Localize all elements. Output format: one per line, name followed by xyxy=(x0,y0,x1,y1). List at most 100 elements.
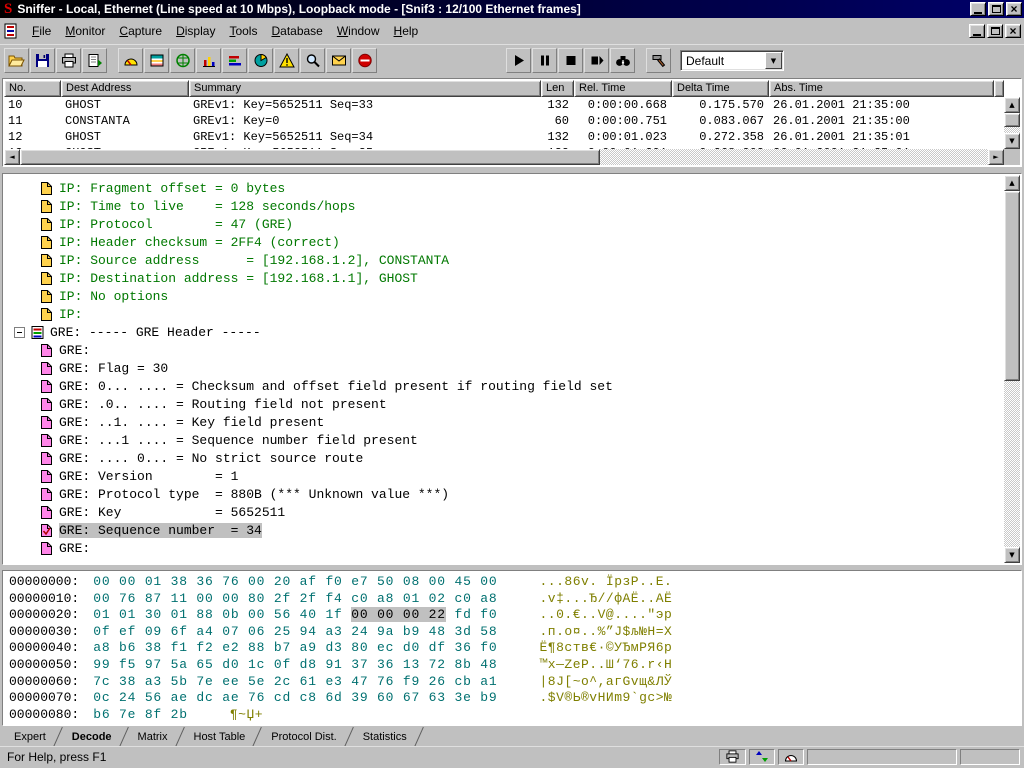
packet-row-11[interactable]: 11CONSTANTAGREv1: Key=0600:00:00.7510.08… xyxy=(4,113,1004,129)
pause-button[interactable] xyxy=(532,48,557,73)
packet-list-horizontal-scrollbar[interactable]: ◄ ► xyxy=(4,149,1004,165)
host-table-button[interactable] xyxy=(144,48,169,73)
export-button[interactable] xyxy=(82,48,107,73)
column-header-abs[interactable]: Abs. Time xyxy=(769,80,994,97)
define-filter-button[interactable] xyxy=(646,48,671,73)
decode-line[interactable]: GRE: .... 0... = No strict source route xyxy=(4,449,1004,467)
tree-collapse-toggle[interactable] xyxy=(14,327,25,338)
open-button[interactable] xyxy=(4,48,29,73)
print-button[interactable] xyxy=(56,48,81,73)
hex-row[interactable]: 00000040:a8 b6 38 f1 f2 e2 88 b7 a9 d3 8… xyxy=(9,640,1021,657)
menu-database[interactable]: Database xyxy=(264,20,329,42)
tab-protocol-dist[interactable]: Protocol Dist. xyxy=(263,728,354,746)
profile-combobox[interactable]: Default ▼ xyxy=(680,50,784,71)
decode-line[interactable]: IP: xyxy=(4,305,1004,323)
decode-line[interactable]: GRE: Flag = 30 xyxy=(4,359,1004,377)
decode-line[interactable]: IP: No options xyxy=(4,287,1004,305)
decode-vertical-scrollbar[interactable]: ▲ ▼ xyxy=(1004,175,1020,563)
statistics-button[interactable] xyxy=(248,48,273,73)
gre-field-icon xyxy=(40,343,54,358)
tab-expert[interactable]: Expert xyxy=(6,728,64,746)
decode-line[interactable]: IP: Header checksum = 2FF4 (correct) xyxy=(4,233,1004,251)
dashboard-button[interactable] xyxy=(118,48,143,73)
tab-statistics[interactable]: Statistics xyxy=(355,728,425,746)
column-header-rel[interactable]: Rel. Time xyxy=(574,80,672,97)
column-header-summary[interactable]: Summary xyxy=(189,80,541,97)
hex-row[interactable]: 00000080:b6 7e 8f 2b¶~Џ+ xyxy=(9,707,1021,724)
decode-line[interactable]: IP: Source address = [192.168.1.2], CONS… xyxy=(4,251,1004,269)
matrix-button[interactable] xyxy=(170,48,195,73)
menu-help[interactable]: Help xyxy=(387,20,426,42)
close-button[interactable]: × xyxy=(1006,2,1022,16)
tab-matrix[interactable]: Matrix xyxy=(130,728,186,746)
scroll-down-button[interactable]: ▼ xyxy=(1004,547,1020,563)
child-close-button[interactable]: × xyxy=(1005,24,1021,38)
maximize-button[interactable] xyxy=(988,2,1004,16)
scroll-left-button[interactable]: ◄ xyxy=(4,149,20,165)
child-restore-button[interactable] xyxy=(987,24,1003,38)
menu-tools[interactable]: Tools xyxy=(222,20,264,42)
minimize-button[interactable] xyxy=(970,2,986,16)
packet-list: No.Dest AddressSummaryLenRel. TimeDelta … xyxy=(2,78,1022,167)
column-header-no[interactable]: No. xyxy=(4,80,61,97)
packet-list-vertical-scrollbar[interactable]: ▲ ▼ xyxy=(1004,97,1020,149)
decode-line[interactable]: GRE: Sequence number = 34 xyxy=(4,521,1004,539)
start-button[interactable] xyxy=(506,48,531,73)
ip-field-icon xyxy=(40,307,54,322)
decode-line[interactable]: GRE: xyxy=(4,341,1004,359)
decode-line[interactable]: GRE: ----- GRE Header ----- xyxy=(4,323,1004,341)
menu-window[interactable]: Window xyxy=(330,20,387,42)
hex-row[interactable]: 00000060:7c 38 a3 5b 7e ee 5e 2c 61 e3 4… xyxy=(9,674,1021,691)
packet-row-12[interactable]: 12GHOSTGREv1: Key=5652511 Seq=341320:00:… xyxy=(4,129,1004,145)
packet-row-10[interactable]: 10GHOSTGREv1: Key=5652511 Seq=331320:00:… xyxy=(4,97,1004,113)
scroll-right-button[interactable]: ► xyxy=(988,149,1004,165)
address-book-button[interactable] xyxy=(326,48,351,73)
menu-display[interactable]: Display xyxy=(169,20,222,42)
decode-line[interactable]: GRE: xyxy=(4,539,1004,557)
tab-host-table[interactable]: Host Table xyxy=(186,728,264,746)
capture-panel-button[interactable] xyxy=(300,48,325,73)
hex-row[interactable]: 00000010:00 76 87 11 00 00 80 2f 2f f4 c… xyxy=(9,591,1021,608)
decode-line[interactable]: GRE: ..1. .... = Key field present xyxy=(4,413,1004,431)
scroll-up-button[interactable]: ▲ xyxy=(1004,175,1020,191)
hex-row[interactable]: 00000070:0c 24 56 ae dc ae 76 cd c8 6d 3… xyxy=(9,690,1021,707)
tab-decode[interactable]: Decode xyxy=(64,728,130,746)
decode-line[interactable]: GRE: 0... .... = Checksum and offset fie… xyxy=(4,377,1004,395)
column-header-len[interactable]: Len xyxy=(541,80,574,97)
decode-line[interactable]: GRE: Version = 1 xyxy=(4,467,1004,485)
menu-capture[interactable]: Capture xyxy=(112,20,169,42)
column-header-dest[interactable]: Dest Address xyxy=(61,80,189,97)
scroll-up-button[interactable]: ▲ xyxy=(1004,97,1020,113)
combo-dropdown-button[interactable]: ▼ xyxy=(765,52,782,69)
decode-line[interactable]: GRE: ...1 .... = Sequence number field p… xyxy=(4,431,1004,449)
cell-len: 60 xyxy=(541,113,574,129)
hex-row[interactable]: 00000050:99 f5 97 5a 65 d0 1c 0f d8 91 3… xyxy=(9,657,1021,674)
scroll-down-button[interactable]: ▼ xyxy=(1004,133,1020,149)
decode-line[interactable]: IP: Time to live = 128 seconds/hops xyxy=(4,197,1004,215)
alarm-log-button[interactable] xyxy=(274,48,299,73)
child-minimize-button[interactable] xyxy=(969,24,985,38)
document-icon[interactable] xyxy=(3,23,20,39)
decode-line[interactable]: GRE: .0.. .... = Routing field not prese… xyxy=(4,395,1004,413)
hex-row[interactable]: 00000030:0f ef 09 6f a4 07 06 25 94 a3 2… xyxy=(9,624,1021,641)
history-button[interactable] xyxy=(196,48,221,73)
decode-line[interactable]: IP: Protocol = 47 (GRE) xyxy=(4,215,1004,233)
hex-row[interactable]: 00000020:01 01 30 01 88 0b 00 56 40 1f 0… xyxy=(9,607,1021,624)
decode-line[interactable]: GRE: Key = 5652511 xyxy=(4,503,1004,521)
save-button[interactable] xyxy=(30,48,55,73)
abort-button[interactable] xyxy=(352,48,377,73)
scrollbar-thumb[interactable] xyxy=(1004,191,1020,381)
decode-line[interactable]: GRE: Protocol type = 880B (*** Unknown v… xyxy=(4,485,1004,503)
stop-button[interactable] xyxy=(558,48,583,73)
menu-monitor[interactable]: Monitor xyxy=(58,20,112,42)
scrollbar-thumb[interactable] xyxy=(1004,113,1020,127)
scrollbar-thumb[interactable] xyxy=(20,149,600,165)
display-button[interactable] xyxy=(610,48,635,73)
column-header-delta[interactable]: Delta Time xyxy=(672,80,769,97)
decode-line[interactable]: IP: Destination address = [192.168.1.1],… xyxy=(4,269,1004,287)
decode-line[interactable]: IP: Fragment offset = 0 bytes xyxy=(4,179,1004,197)
stop-and-display-button[interactable] xyxy=(584,48,609,73)
protocol-distribution-button[interactable] xyxy=(222,48,247,73)
hex-row[interactable]: 00000000:00 00 01 38 36 76 00 20 af f0 e… xyxy=(9,574,1021,591)
menu-file[interactable]: File xyxy=(25,20,58,42)
